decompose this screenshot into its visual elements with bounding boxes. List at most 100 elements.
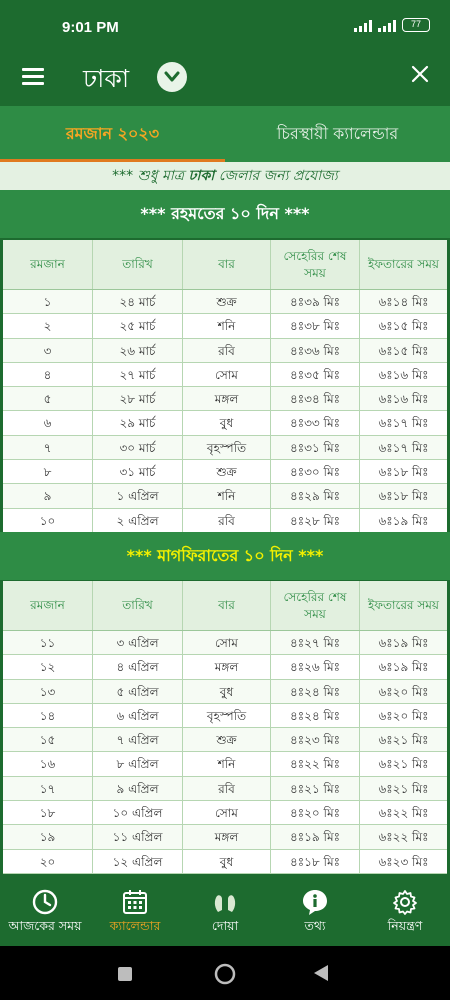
cell-sehri-time: ৪ঃ৩৮ মিঃ xyxy=(271,314,360,338)
table-row: ২ ২৫ মার্চ শনি ৪ঃ৩৮ মিঃ ৬ঃ১৫ মিঃ xyxy=(3,314,447,339)
cell-sehri-time: ৪ঃ৩৪ মিঃ xyxy=(271,387,360,411)
cell-date: ২ এপ্রিল xyxy=(93,508,183,532)
cell-iftar-time: ৬ঃ২২ মিঃ xyxy=(378,830,429,845)
cell-weekday: শুক্র xyxy=(183,290,271,314)
nav-today-time[interactable]: আজকের সময় xyxy=(0,878,90,946)
nav-info[interactable]: তথ্য xyxy=(270,878,360,946)
table-row: ১৬ ৮ এপ্রিল শনি ৪ঃ২২ মিঃ ৬ঃ২১ মিঃ xyxy=(3,752,447,777)
cell-sehri-time: ৪ঃ২৪ মিঃ xyxy=(271,703,360,728)
city-title: ঢাকা xyxy=(83,64,130,93)
nav-dua[interactable]: দোয়া xyxy=(180,878,270,946)
tab-permanent-calendar[interactable]: চিরস্থায়ী ক্যালেন্ডার xyxy=(225,106,450,162)
cell-ramadan-day: ৮ xyxy=(3,460,93,484)
section-title-rahmat: *** রহমতের ১০ দিন *** xyxy=(0,190,450,238)
menu-icon[interactable] xyxy=(22,68,44,85)
close-button[interactable] xyxy=(410,64,430,84)
table-row: ১ ২৪ মার্চ শুক্র ৪ঃ৩৯ মিঃ ৬ঃ১৪ মিঃ xyxy=(3,290,447,315)
table-row: ৯১ এপ্রিল শনি ৪ঃ২৯ মিঃ ৬ঃ১৮ মিঃ xyxy=(3,484,447,509)
cell-ramadan-day: ৫ xyxy=(3,387,93,411)
cell-weekday: বুধ xyxy=(183,849,271,873)
cell-date: ১২ এপ্রিল xyxy=(93,849,183,873)
cell-sehri-time: ৪ঃ২৬ মিঃ xyxy=(271,655,360,679)
cell-ramadan-day: ১৫ xyxy=(3,728,93,752)
nav-label: আজকের সময় xyxy=(8,918,82,933)
cell-weekday: রবি xyxy=(183,508,271,532)
section-title-magfirat: *** মাগফিরাতের ১০ দিন *** xyxy=(0,532,450,580)
recents-icon[interactable] xyxy=(117,966,133,982)
table-row: ১৮ ১০ এপ্রিল সোম ৪ঃ২০ মিঃ ৬ঃ২২ মিঃ xyxy=(3,801,447,826)
cell-date: ২৮ মার্চ xyxy=(93,387,183,411)
home-icon[interactable] xyxy=(214,963,236,985)
cell-sehri-time: ৪ঃ১৮ মিঃ xyxy=(271,849,360,873)
system-navigation-bar xyxy=(0,946,450,1000)
cell-sehri-time: ৪ঃ৩৫ মিঃ xyxy=(271,362,360,387)
cell-weekday: শুক্র xyxy=(183,460,271,484)
status-bar: 9:01 PM 77 xyxy=(0,0,450,44)
cell-weekday: মঙ্গল xyxy=(183,387,271,411)
tab-ramadan-2023[interactable]: রমজান ২০২৩ xyxy=(0,106,225,162)
table-body: ১ ২৪ মার্চ শুক্র ৪ঃ৩৯ মিঃ ৬ঃ১৪ মিঃ ২ ২৫ মার্চ শ… xyxy=(3,290,447,533)
cell-sehri-time: ৪ঃ৩০ মিঃ xyxy=(271,460,360,484)
cell-ramadan-day: ৭ xyxy=(3,435,93,460)
app-header: ঢাকা xyxy=(0,44,450,106)
cell-ramadan-day: ১ xyxy=(3,290,93,314)
signal-icon-2 xyxy=(378,19,396,32)
header-ramadan: রমজান xyxy=(3,240,93,289)
cell-date: ১০ এপ্রিল xyxy=(93,801,183,825)
cell-weekday: মঙ্গল xyxy=(183,655,271,679)
header-sehri: সেহেরির শেষ সময় xyxy=(271,581,360,630)
table-row: ২০ ১২ এপ্রিল বুধ ৪ঃ১৮ মিঃ ৬ঃ২৩ মিঃ xyxy=(3,849,447,874)
cell-weekday: শনি xyxy=(183,314,271,338)
table-row: ৭ ৩০ মার্চ বৃহস্পতি ৪ঃ৩১ মিঃ ৬ঃ১৭ মিঃ xyxy=(3,435,447,461)
cell-date: ১১ এপ্রিল xyxy=(93,825,183,849)
cell-sehri-time: ৪ঃ২১ মিঃ xyxy=(271,776,360,801)
cell-sehri-time: ৪ঃ১৯ মিঃ xyxy=(271,825,360,849)
header-date: তারিখ xyxy=(93,240,183,289)
cell-iftar-time: ৬ঃ২১ মিঃ xyxy=(378,733,429,748)
cell-iftar-time: ৬ঃ১৪ মিঃ xyxy=(378,295,429,309)
cell-weekday: সোম xyxy=(183,801,271,825)
cell-iftar-time: ৬ঃ২১ মিঃ xyxy=(378,781,429,796)
cell-date: ৩০ মার্চ xyxy=(93,435,183,460)
cell-iftar-time: ৬ঃ১৬ মিঃ xyxy=(378,392,429,407)
status-icons: 77 xyxy=(354,18,430,32)
cell-ramadan-day: ১৯ xyxy=(3,825,93,849)
cell-weekday: শনি xyxy=(183,484,271,508)
cell-iftar-time: ৬ঃ১৮ মিঃ xyxy=(378,465,429,480)
tab-bar: রমজান ২০২৩ চিরস্থায়ী ক্যালেন্ডার xyxy=(0,106,450,162)
cell-date: ৯ এপ্রিল xyxy=(93,776,183,801)
info-icon xyxy=(303,890,327,915)
cell-date: ১ এপ্রিল xyxy=(93,484,183,508)
city-dropdown-button[interactable] xyxy=(157,62,187,92)
cell-iftar-time: ৬ঃ২০ মিঃ xyxy=(378,708,429,723)
cell-sehri-time: ৪ঃ২৮ মিঃ xyxy=(271,508,360,532)
cell-weekday: রবি xyxy=(183,776,271,801)
nav-calendar[interactable]: ক্যালেন্ডার xyxy=(90,878,180,946)
cell-ramadan-day: ১২ xyxy=(3,655,93,679)
cell-date: ৭ এপ্রিল xyxy=(93,728,183,752)
table-rahmat: রমজান তারিখ বার সেহেরির শেষ সময় ইফতারের… xyxy=(3,240,447,533)
cell-ramadan-day: ৩ xyxy=(3,338,93,362)
table-row: ১৪ ৬ এপ্রিল বৃহস্পতি ৪ঃ২৪ মিঃ ৬ঃ২০ মিঃ xyxy=(3,703,447,729)
status-time: 9:01 PM xyxy=(62,19,119,36)
note-city: ঢাকা xyxy=(188,168,215,184)
cell-weekday: রবি xyxy=(183,338,271,362)
table-header: রমজান তারিখ বার সেহেরির শেষ সময় ইফতারের… xyxy=(3,581,447,631)
cell-ramadan-day: ১১ xyxy=(3,631,93,655)
cell-iftar-time: ৬ঃ১৮ মিঃ xyxy=(378,489,429,504)
cell-ramadan-day: ১৪ xyxy=(3,703,93,728)
cell-ramadan-day: ২ xyxy=(3,314,93,338)
cell-iftar-time: ৬ঃ২৩ মিঃ xyxy=(378,854,429,869)
table-row: ১২ ৪ এপ্রিল মঙ্গল ৪ঃ২৬ মিঃ ৬ঃ১৯ মিঃ xyxy=(3,655,447,680)
cell-weekday: বুধ xyxy=(183,679,271,703)
back-icon[interactable] xyxy=(312,964,330,982)
cell-iftar-time: ৬ঃ২২ মিঃ xyxy=(378,806,429,821)
cell-iftar-time: ৬ঃ১৯ মিঃ xyxy=(378,513,429,528)
cell-date: ২৬ মার্চ xyxy=(93,338,183,362)
table-row: ১৫ ৭ এপ্রিল শুক্র ৪ঃ২৩ মিঃ ৬ঃ২১ মিঃ xyxy=(3,728,447,753)
header-day: বার xyxy=(183,581,271,630)
cell-iftar-time: ৬ঃ১৯ মিঃ xyxy=(378,636,429,650)
cell-date: ২৯ মার্চ xyxy=(93,411,183,435)
nav-settings[interactable]: নিয়ন্ত্রণ xyxy=(360,878,450,946)
cell-ramadan-day: ১৩ xyxy=(3,679,93,703)
